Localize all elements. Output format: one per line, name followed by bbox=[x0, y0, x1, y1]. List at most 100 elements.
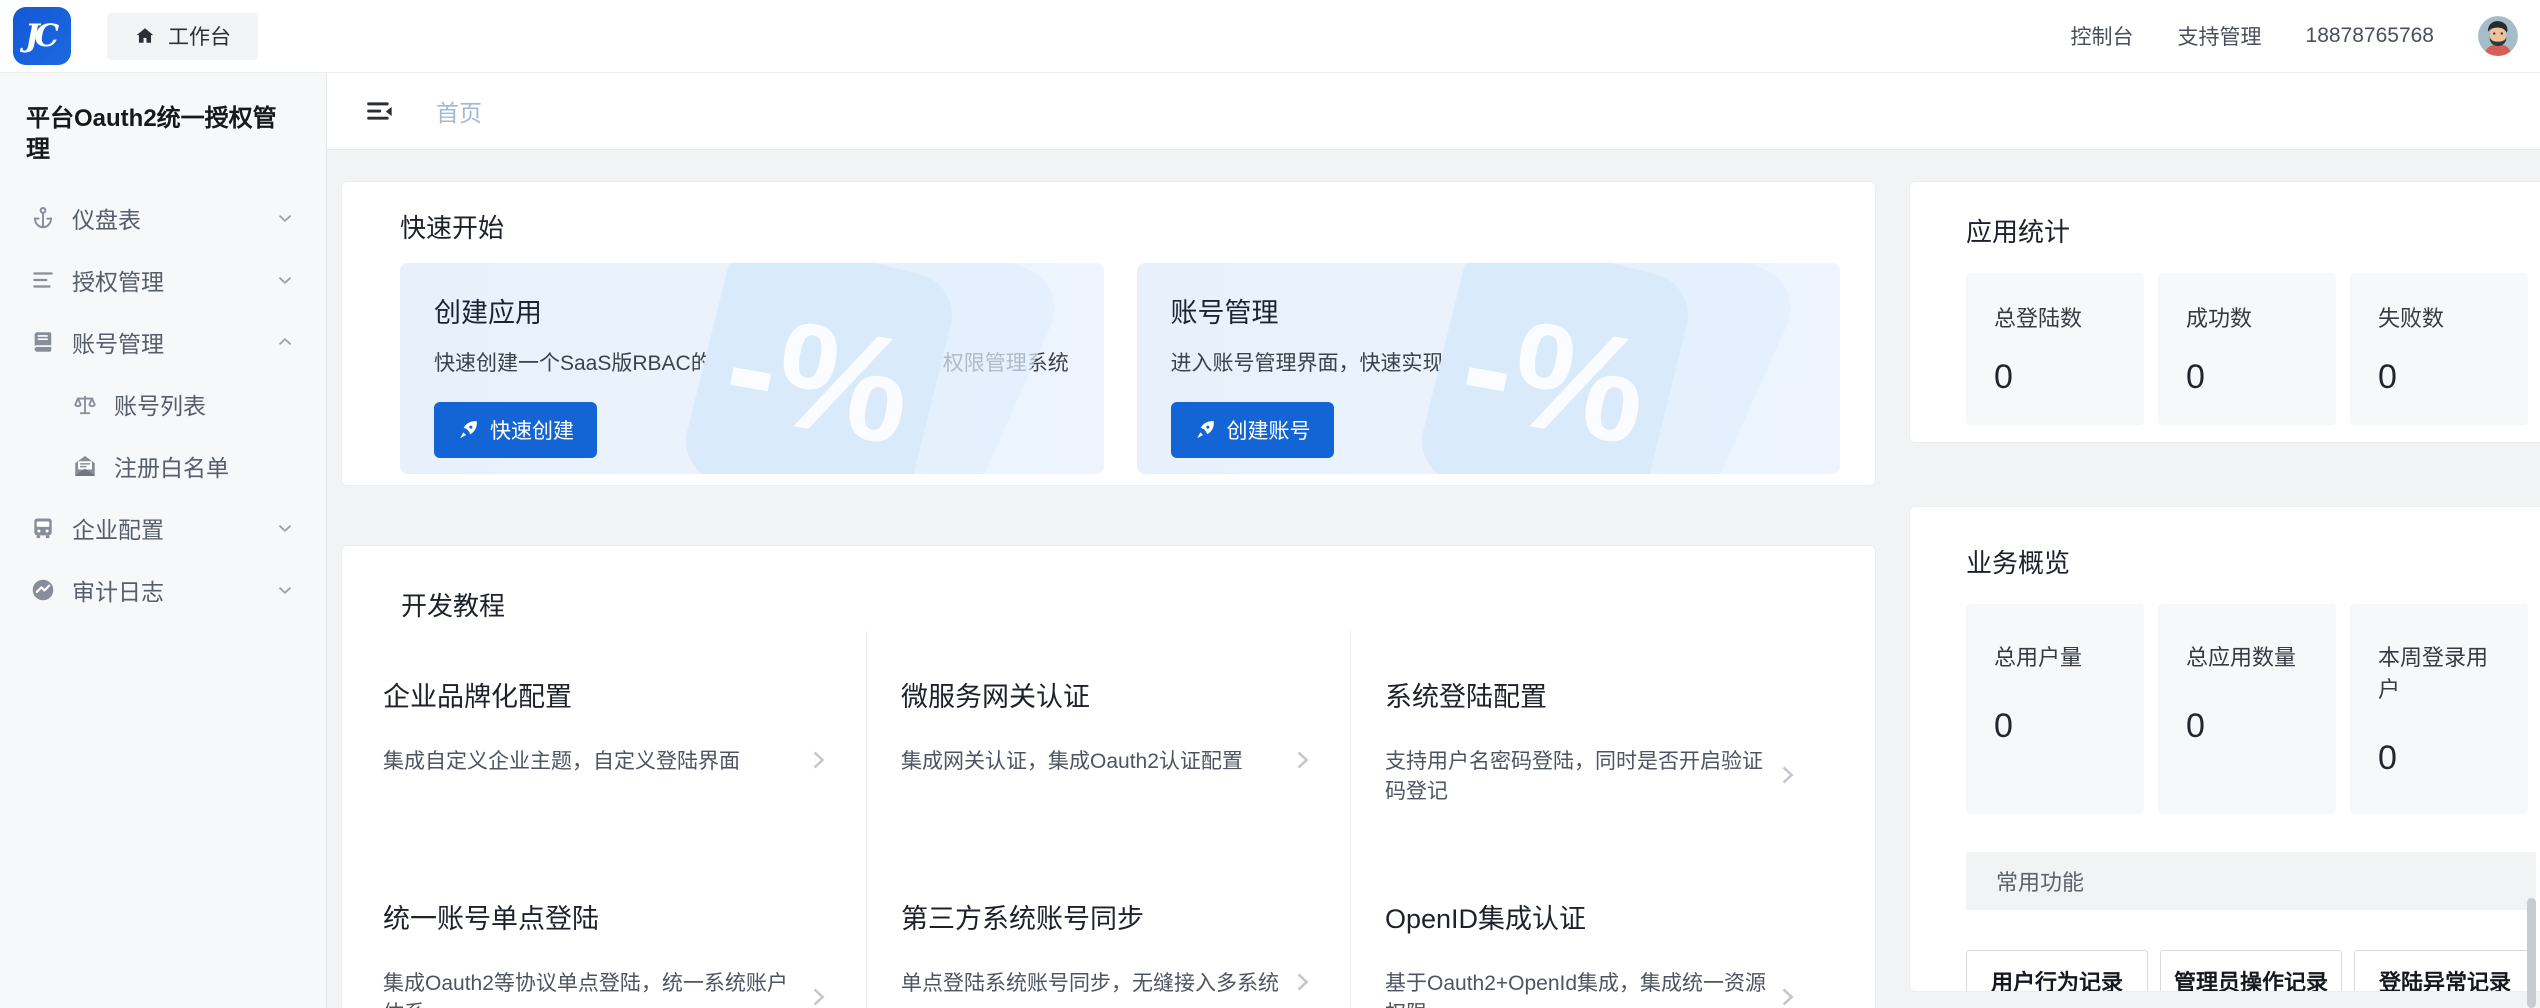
sidebar-item-label: 授权管理 bbox=[72, 263, 164, 297]
sidebar-item-audit-log[interactable]: 审计日志 bbox=[0, 559, 326, 621]
quick-start-title: 快速开始 bbox=[400, 208, 1840, 245]
workspace-button[interactable]: 工作台 bbox=[107, 13, 258, 60]
envelope-open-icon bbox=[72, 453, 98, 479]
quick-start-card: 快速开始 -% 创建应用 快速创建一个SaaS版RBAC的管理后台，快速实现后台… bbox=[341, 181, 1876, 486]
tutorial-login-config[interactable]: 系统登陆配置 支持用户名密码登陆，同时是否开启验证码登记 bbox=[1351, 631, 1835, 853]
scales-icon bbox=[72, 391, 98, 417]
chevron-right-icon[interactable] bbox=[1288, 968, 1316, 996]
home-icon bbox=[134, 25, 156, 47]
tutorial-account-sync[interactable]: 第三方系统账号同步 单点登陆系统账号同步，无缝接入多系统 bbox=[867, 853, 1351, 1008]
audit-icon bbox=[30, 577, 56, 603]
breadcrumb-home[interactable]: 首页 bbox=[436, 94, 482, 128]
stat-value: 0 bbox=[2186, 707, 2308, 746]
chevron-right-icon[interactable] bbox=[1288, 746, 1316, 774]
breadcrumb: 首页 bbox=[327, 73, 2540, 150]
user-phone: 18878765768 bbox=[2306, 24, 2434, 48]
create-app-panel: -% 创建应用 快速创建一个SaaS版RBAC的管理后台，快速实现后台权限管理系… bbox=[400, 263, 1104, 474]
tutorial-brand-config[interactable]: 企业品牌化配置 集成自定义企业主题，自定义登陆界面 bbox=[383, 631, 867, 853]
stat-tile-success: 成功数 0 bbox=[2158, 273, 2336, 425]
chevron-down-icon bbox=[274, 269, 296, 291]
tutorial-title: 统一账号单点登陆 bbox=[383, 897, 832, 936]
admin-operation-log-button[interactable]: 管理员操作记录 bbox=[2160, 950, 2342, 992]
quick-create-button[interactable]: 快速创建 bbox=[434, 402, 597, 458]
create-account-label: 创建账号 bbox=[1227, 415, 1311, 445]
sidebar-item-label: 审计日志 bbox=[72, 573, 164, 607]
sidebar-item-auth-management[interactable]: 授权管理 bbox=[0, 249, 326, 311]
book-icon bbox=[30, 329, 56, 355]
chevron-right-icon[interactable] bbox=[1773, 983, 1801, 1008]
sidebar-item-label: 仪盘表 bbox=[72, 201, 141, 235]
tutorials-card: 开发教程 企业品牌化配置 集成自定义企业主题，自定义登陆界面 bbox=[341, 545, 1876, 1008]
app-logo[interactable]: JC bbox=[13, 7, 71, 65]
biz-tile-week-logins: 本周登录用户 0 bbox=[2350, 604, 2528, 814]
rocket-icon bbox=[457, 419, 479, 441]
anchor-icon bbox=[30, 205, 56, 231]
stat-tile-failed: 失败数 0 bbox=[2350, 273, 2528, 425]
sidebar: 平台Oauth2统一授权管理 仪盘表 授权管理 bbox=[0, 73, 327, 1008]
chevron-up-icon bbox=[274, 331, 296, 353]
chevron-down-icon bbox=[274, 579, 296, 601]
stat-value: 0 bbox=[2378, 358, 2500, 397]
stat-label: 总登陆数 bbox=[1994, 301, 2116, 333]
chevron-right-icon[interactable] bbox=[804, 746, 832, 774]
chevron-down-icon bbox=[274, 517, 296, 539]
rocket-icon bbox=[1194, 419, 1216, 441]
tutorial-desc: 基于Oauth2+OpenId集成，集成统一资源权限 bbox=[1385, 967, 1769, 1008]
user-behavior-log-button[interactable]: 用户行为记录 bbox=[1966, 950, 2148, 992]
sidebar-item-label: 账号列表 bbox=[114, 387, 206, 421]
console-link[interactable]: 控制台 bbox=[2071, 21, 2134, 51]
menu-fold-icon[interactable] bbox=[364, 98, 394, 124]
quick-create-label: 快速创建 bbox=[490, 415, 574, 445]
create-app-title: 创建应用 bbox=[434, 291, 1070, 330]
tutorial-title: 系统登陆配置 bbox=[1385, 675, 1801, 714]
tutorial-gateway-auth[interactable]: 微服务网关认证 集成网关认证，集成Oauth2认证配置 bbox=[867, 631, 1351, 853]
stat-label: 总应用数量 bbox=[2186, 640, 2308, 672]
workspace-label: 工作台 bbox=[168, 21, 231, 51]
tutorial-title: 企业品牌化配置 bbox=[383, 675, 832, 714]
chevron-down-icon bbox=[274, 207, 296, 229]
stat-value: 0 bbox=[2378, 739, 2500, 778]
vertical-scrollbar[interactable] bbox=[2527, 898, 2536, 1008]
account-mgmt-panel: -% 账号管理 进入账号管理界面，快速实现后台权限账号管理 bbox=[1137, 263, 1841, 474]
tutorial-desc: 集成自定义企业主题，自定义登陆界面 bbox=[383, 745, 740, 775]
tutorial-title: OpenID集成认证 bbox=[1385, 897, 1801, 936]
create-account-button[interactable]: 创建账号 bbox=[1171, 402, 1334, 458]
chevron-right-icon[interactable] bbox=[1773, 761, 1801, 789]
bus-icon bbox=[30, 515, 56, 541]
sidebar-item-enterprise-config[interactable]: 企业配置 bbox=[0, 497, 326, 559]
top-header: JC 工作台 控制台 支持管理 18878765768 bbox=[0, 0, 2540, 73]
tutorial-desc: 集成网关认证，集成Oauth2认证配置 bbox=[901, 745, 1243, 775]
sidebar-title: 平台Oauth2统一授权管理 bbox=[0, 103, 326, 187]
create-app-desc: 快速创建一个SaaS版RBAC的管理后台，快速实现后台权限管理系统 bbox=[434, 347, 1070, 377]
app-stats-card: 应用统计 总登陆数 0 成功数 0 失败数 0 bbox=[1909, 181, 2540, 443]
stat-label: 失败数 bbox=[2378, 301, 2500, 333]
sidebar-item-register-whitelist[interactable]: 注册白名单 bbox=[0, 435, 326, 497]
sidebar-item-label: 企业配置 bbox=[72, 511, 164, 545]
tutorial-openid[interactable]: OpenID集成认证 基于Oauth2+OpenId集成，集成统一资源权限 bbox=[1351, 853, 1835, 1008]
sidebar-item-account-list[interactable]: 账号列表 bbox=[0, 373, 326, 435]
sidebar-item-label: 注册白名单 bbox=[114, 449, 229, 483]
stat-value: 0 bbox=[1994, 707, 2116, 746]
tutorial-desc: 支持用户名密码登陆，同时是否开启验证码登记 bbox=[1385, 745, 1769, 805]
support-admin-link[interactable]: 支持管理 bbox=[2178, 21, 2262, 51]
common-functions-header: 常用功能 bbox=[1966, 852, 2536, 910]
business-overview-card: 业务概览 总用户量 0 总应用数量 0 本周登录用户 0 bbox=[1909, 506, 2540, 992]
stat-value: 0 bbox=[2186, 358, 2308, 397]
sidebar-item-dashboard[interactable]: 仪盘表 bbox=[0, 187, 326, 249]
biz-tile-total-apps: 总应用数量 0 bbox=[2158, 604, 2336, 814]
user-avatar[interactable] bbox=[2478, 16, 2518, 56]
tutorial-sso[interactable]: 统一账号单点登陆 集成Oauth2等协议单点登陆，统一系统账户体系 bbox=[383, 853, 867, 1008]
stat-tile-total-logins: 总登陆数 0 bbox=[1966, 273, 2144, 425]
tutorial-desc: 单点登陆系统账号同步，无缝接入多系统 bbox=[901, 967, 1279, 997]
stat-label: 总用户量 bbox=[1994, 640, 2116, 672]
stat-value: 0 bbox=[1994, 358, 2116, 397]
login-anomaly-log-button[interactable]: 登陆异常记录 bbox=[2354, 950, 2536, 992]
biz-tile-total-users: 总用户量 0 bbox=[1966, 604, 2144, 814]
sidebar-item-account-management[interactable]: 账号管理 bbox=[0, 311, 326, 373]
tutorials-title: 开发教程 bbox=[401, 586, 1835, 623]
chevron-right-icon[interactable] bbox=[804, 983, 832, 1008]
stat-label: 本周登录用户 bbox=[2378, 640, 2500, 704]
sidebar-item-label: 账号管理 bbox=[72, 325, 164, 359]
tutorial-title: 微服务网关认证 bbox=[901, 675, 1316, 714]
business-overview-title: 业务概览 bbox=[1966, 543, 2540, 580]
